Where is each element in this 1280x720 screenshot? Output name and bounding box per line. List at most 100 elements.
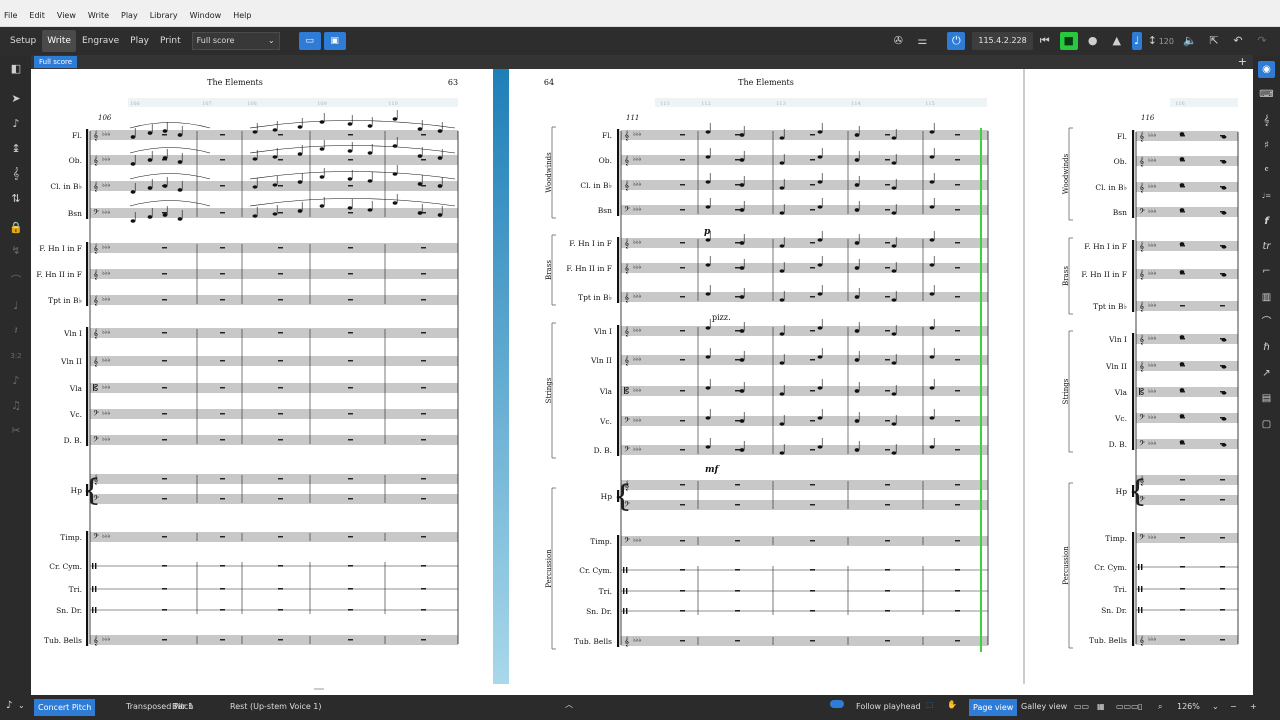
zoom-fit-icon[interactable]: ⌕ [1158, 702, 1162, 712]
whole-rest [810, 330, 815, 332]
keyboard-icon[interactable]: ⌨ [1258, 86, 1275, 103]
notehead [891, 392, 897, 396]
bars-icon[interactable]: ▥ [1258, 289, 1275, 306]
notehead [854, 208, 860, 212]
quarter-note-icon[interactable]: ♩ [8, 298, 24, 314]
score-canvas[interactable]: The Elements 63 64 The Elements 106 111 … [31, 69, 1253, 695]
galley-view-button[interactable]: Galley view [1021, 702, 1067, 711]
tuplet-icon[interactable]: 3:2 [8, 348, 24, 364]
tab-full-score[interactable]: Full score [34, 56, 78, 68]
vertical-icon[interactable]: ▯ [1138, 702, 1142, 711]
whole-rest [680, 267, 685, 269]
select-arrow-icon[interactable]: ➤ [8, 91, 24, 107]
page-63-number: 63 [448, 78, 458, 87]
lines-icon[interactable]: ↗ [1258, 365, 1275, 382]
undo-icon[interactable]: ↶ [1229, 32, 1247, 50]
rewind-icon[interactable]: ⏮ [1036, 32, 1054, 50]
tempo-icon[interactable]: ♩= [1258, 188, 1275, 205]
menu-view[interactable]: View [57, 11, 76, 20]
export-icon[interactable]: ⇱ [1205, 32, 1223, 50]
follow-playhead-switch[interactable] [830, 700, 844, 708]
notehead [739, 158, 745, 162]
whole-rest [810, 390, 815, 392]
page-view-button[interactable]: Page view [969, 699, 1018, 716]
menu-play[interactable]: Play [121, 11, 138, 20]
cues-icon[interactable]: ▤ [1258, 390, 1275, 407]
layout-select[interactable]: Full score ⌄ [191, 32, 280, 50]
tempo-value[interactable]: 120 [1159, 37, 1174, 46]
percussion-clef [95, 607, 97, 613]
ornaments-icon[interactable]: tr [1258, 238, 1275, 255]
lock-icon[interactable]: 🔒 [8, 220, 24, 236]
zoom-out-icon[interactable]: − [1230, 702, 1237, 711]
mode-write[interactable]: Write [42, 30, 76, 52]
metronome-icon[interactable]: ▲ [1108, 32, 1126, 50]
mixer-icon[interactable]: ⚌ [913, 32, 931, 50]
cross-staff-icon[interactable]: ✂ [8, 423, 24, 439]
repeat-icon[interactable]: ⌐ [1258, 263, 1275, 280]
record-icon[interactable]: ● [1084, 32, 1102, 50]
galley-toggle-icon[interactable]: ▭ [298, 32, 321, 50]
expand-panel-icon[interactable]: ︿ [565, 699, 573, 710]
score-view[interactable]: The Elements 63 64 The Elements 106 111 … [31, 69, 1253, 695]
right-notations-panel: ◉ ⌨ 𝄞 ♯ 𝄴 ♩= f tr ⌐ ▥ ⌒ ℏ ↗ ▤ ▢ [1253, 55, 1280, 695]
menu-edit[interactable]: Edit [29, 11, 45, 20]
notehead [739, 419, 745, 423]
comments-icon[interactable]: ▢ [1258, 416, 1275, 433]
mode-play[interactable]: Play [125, 30, 154, 52]
play-icon[interactable]: ■ [1059, 32, 1078, 50]
key-signature-icon[interactable]: ♯ [1258, 137, 1275, 154]
spread-icon[interactable]: ▦ [1097, 702, 1105, 711]
notehead [1221, 186, 1227, 190]
key-signature: ♭♭♭ [1148, 362, 1157, 369]
note-input-icon[interactable]: ♪ [8, 116, 24, 132]
insert-icon[interactable]: ↨ [8, 141, 24, 157]
playing-techniques-icon[interactable]: ℏ [1258, 339, 1275, 356]
dynamics-icon[interactable]: f [1258, 213, 1275, 230]
menu-library[interactable]: Library [150, 11, 178, 20]
hand-tool-icon[interactable]: ✋ [947, 700, 957, 709]
menu-file[interactable]: File [4, 11, 17, 20]
power-icon[interactable]: ⏻ [947, 32, 966, 50]
voice-icon[interactable]: ⇅ [8, 191, 24, 207]
mode-engrave[interactable]: Engrave [77, 30, 124, 52]
redo-icon[interactable]: ↷ [1253, 32, 1271, 50]
key-signature: ♭♭♭ [1148, 440, 1157, 447]
speaker-icon[interactable]: 🔈 [1181, 32, 1199, 50]
note-icon[interactable]: ♩ [1131, 32, 1142, 50]
menu-write[interactable]: Write [88, 11, 109, 20]
chevron-down-icon[interactable]: ⌄ [1212, 702, 1219, 711]
chords-icon[interactable]: 𝄞 [8, 166, 24, 182]
notehead [929, 263, 935, 267]
whole-rest [220, 439, 225, 441]
selection-tool-icon[interactable]: ⬚ [926, 700, 934, 709]
note-input-status-icon[interactable]: ♪ [6, 700, 12, 711]
panel-toggle-icon[interactable]: ◧ [8, 61, 24, 77]
mode-print[interactable]: Print [155, 30, 186, 52]
grace-note-icon[interactable]: ♪ [8, 373, 24, 389]
page-arrangement-icon[interactable]: ▭▭ [1074, 702, 1089, 711]
film-reel-icon[interactable]: ✇ [889, 32, 907, 50]
slur-icon[interactable]: ⌒ [1258, 314, 1275, 331]
zoom-level[interactable]: 126% [1177, 702, 1200, 711]
add-tab-icon[interactable]: + [1238, 55, 1247, 69]
tie-icon[interactable]: ⌒ [8, 273, 24, 289]
position-display[interactable]: 115.4.2.228 [972, 32, 1033, 50]
chevron-down-icon[interactable]: ⌄ [18, 701, 25, 710]
menu-window[interactable]: Window [190, 11, 222, 20]
mode-setup[interactable]: Setup [5, 30, 41, 52]
clef-icon[interactable]: 𝄞 [1258, 112, 1275, 129]
zoom-in-icon[interactable]: + [1250, 702, 1257, 711]
duration-lock-icon[interactable]: ↯ [8, 243, 24, 259]
rest-icon[interactable]: 𝄽 [8, 323, 24, 339]
concert-pitch-toggle[interactable]: Concert Pitch [34, 699, 96, 716]
menu-help[interactable]: Help [233, 11, 251, 20]
notehead [1179, 270, 1185, 274]
horizontal-icon[interactable]: ▭▭▭ [1116, 702, 1139, 711]
key-signature: ♭♭♭ [633, 156, 642, 163]
panels-toggle-icon[interactable]: ▣ [323, 32, 346, 50]
stem-icon[interactable]: ♫ [8, 398, 24, 414]
palette-icon[interactable]: ◉ [1258, 61, 1275, 78]
time-signature-icon[interactable]: 𝄴 [1258, 162, 1275, 179]
follow-playhead-label[interactable]: Follow playhead [856, 702, 921, 711]
